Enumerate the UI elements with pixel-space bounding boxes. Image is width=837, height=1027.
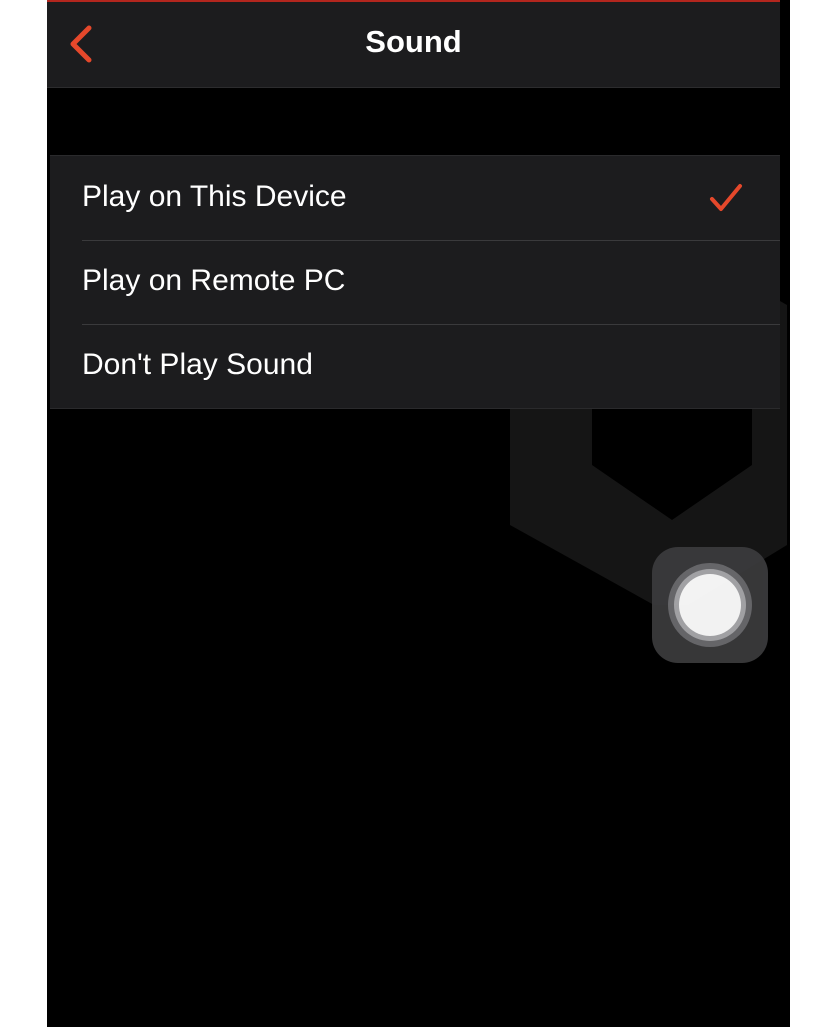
checkmark-icon [710, 184, 742, 211]
option-label: Play on This Device [82, 180, 347, 213]
option-label: Don't Play Sound [82, 348, 313, 381]
screen: Sound Play on This Device Play on Remote… [47, 0, 790, 1027]
navigation-bar: Sound [47, 2, 780, 88]
sound-options-list: Play on This Device Play on Remote PC Do… [50, 155, 780, 409]
option-dont-play-sound[interactable]: Don't Play Sound [50, 324, 780, 408]
assistive-touch-button[interactable] [652, 547, 768, 663]
option-play-on-this-device[interactable]: Play on This Device [50, 156, 780, 240]
assistive-touch-dot [679, 574, 741, 636]
option-label: Play on Remote PC [82, 264, 346, 297]
page-title: Sound [365, 24, 462, 59]
option-play-on-remote-pc[interactable]: Play on Remote PC [50, 240, 780, 324]
